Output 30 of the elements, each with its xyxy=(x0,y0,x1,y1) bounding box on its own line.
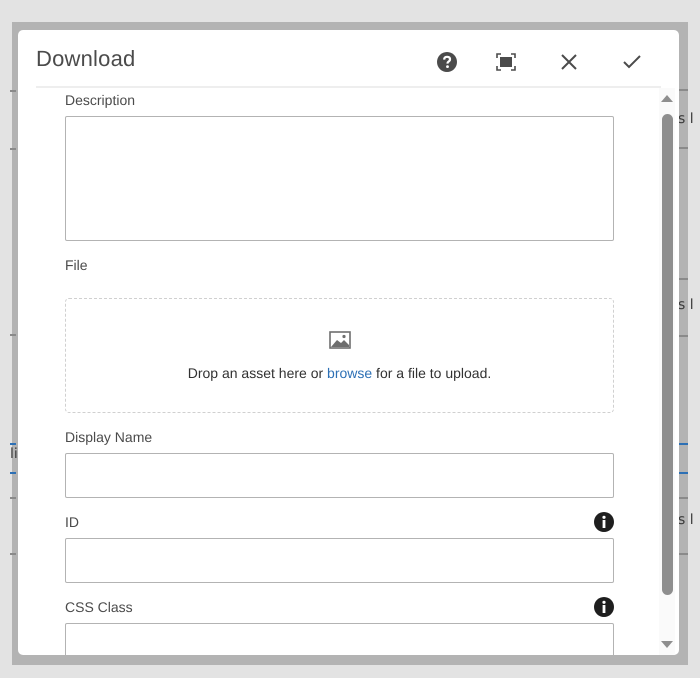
background-text: li xyxy=(10,446,18,462)
info-icon[interactable] xyxy=(594,512,614,532)
dialog-title: Download xyxy=(36,46,136,72)
background-text: s l xyxy=(678,512,694,528)
image-icon xyxy=(328,330,350,348)
help-button[interactable] xyxy=(435,50,459,74)
input-field[interactable] xyxy=(65,453,614,498)
help-icon xyxy=(437,52,457,72)
input-field[interactable] xyxy=(65,623,614,655)
field-label: CSS Class xyxy=(65,599,133,615)
field-label: File xyxy=(65,257,88,273)
scroll-down-icon[interactable] xyxy=(661,641,673,649)
scrollbar-thumb[interactable] xyxy=(662,114,672,595)
scrollbar[interactable] xyxy=(659,88,675,655)
description-field[interactable] xyxy=(65,116,614,241)
background-text: s l xyxy=(678,111,694,127)
close-icon xyxy=(561,54,577,70)
fullscreen-icon xyxy=(496,53,516,71)
background-text: s l xyxy=(678,297,694,313)
field-label: ID xyxy=(65,514,79,530)
browse-link[interactable]: browse xyxy=(327,364,372,380)
file-drop-zone[interactable]: Drop an asset here or browse for a file to upload. xyxy=(65,298,614,413)
fullscreen-button[interactable] xyxy=(494,50,518,74)
field-label: Display Name xyxy=(65,429,152,445)
checkmark-icon xyxy=(623,55,641,69)
info-icon[interactable] xyxy=(594,597,614,617)
field-label: Description xyxy=(65,92,136,108)
drop-instructions: Drop an asset here or browse for a file to upload. xyxy=(188,364,492,380)
input-field[interactable] xyxy=(65,538,614,583)
scroll-up-icon[interactable] xyxy=(661,94,673,102)
